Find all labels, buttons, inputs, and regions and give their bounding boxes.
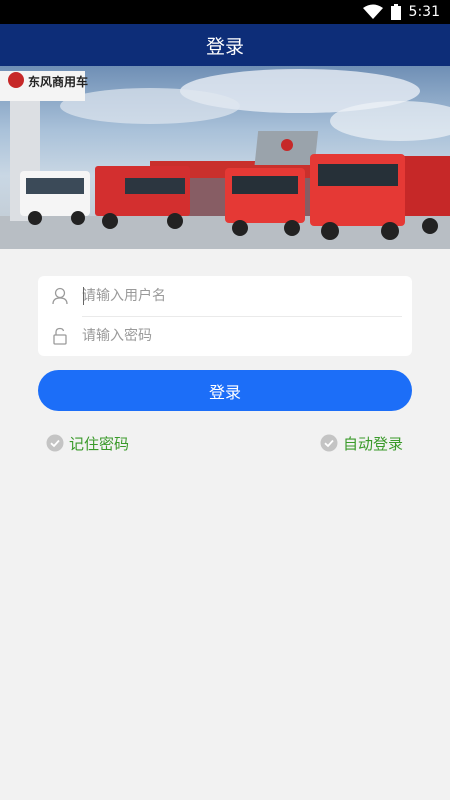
user-icon xyxy=(52,287,68,305)
truck-banner-image: 东风商用车 xyxy=(0,69,450,249)
check-icon xyxy=(320,434,338,452)
login-button[interactable]: 登录 xyxy=(38,370,412,411)
password-row xyxy=(38,316,412,356)
brand-logo-text: 东风商用车 xyxy=(28,74,88,89)
status-time: 5:31 xyxy=(408,4,440,20)
remember-password-label: 记住密码 xyxy=(69,434,130,453)
username-input[interactable] xyxy=(82,282,392,310)
auto-login-option[interactable]: 自动登录 xyxy=(320,433,403,453)
lock-icon xyxy=(53,327,67,345)
check-icon xyxy=(46,434,64,452)
page-title: 登录 xyxy=(205,35,244,58)
battery-icon xyxy=(390,4,401,20)
password-input[interactable] xyxy=(82,322,392,350)
remember-password-option[interactable]: 记住密码 xyxy=(46,433,129,453)
app-bar: 登录 xyxy=(0,24,450,66)
login-card xyxy=(38,276,412,356)
wifi-icon xyxy=(362,4,383,19)
status-bar: 5:31 xyxy=(0,0,450,24)
username-row xyxy=(38,276,412,316)
banner-image: 东风商用车 xyxy=(0,66,450,249)
auto-login-label: 自动登录 xyxy=(343,434,404,453)
text-caret xyxy=(83,287,84,305)
